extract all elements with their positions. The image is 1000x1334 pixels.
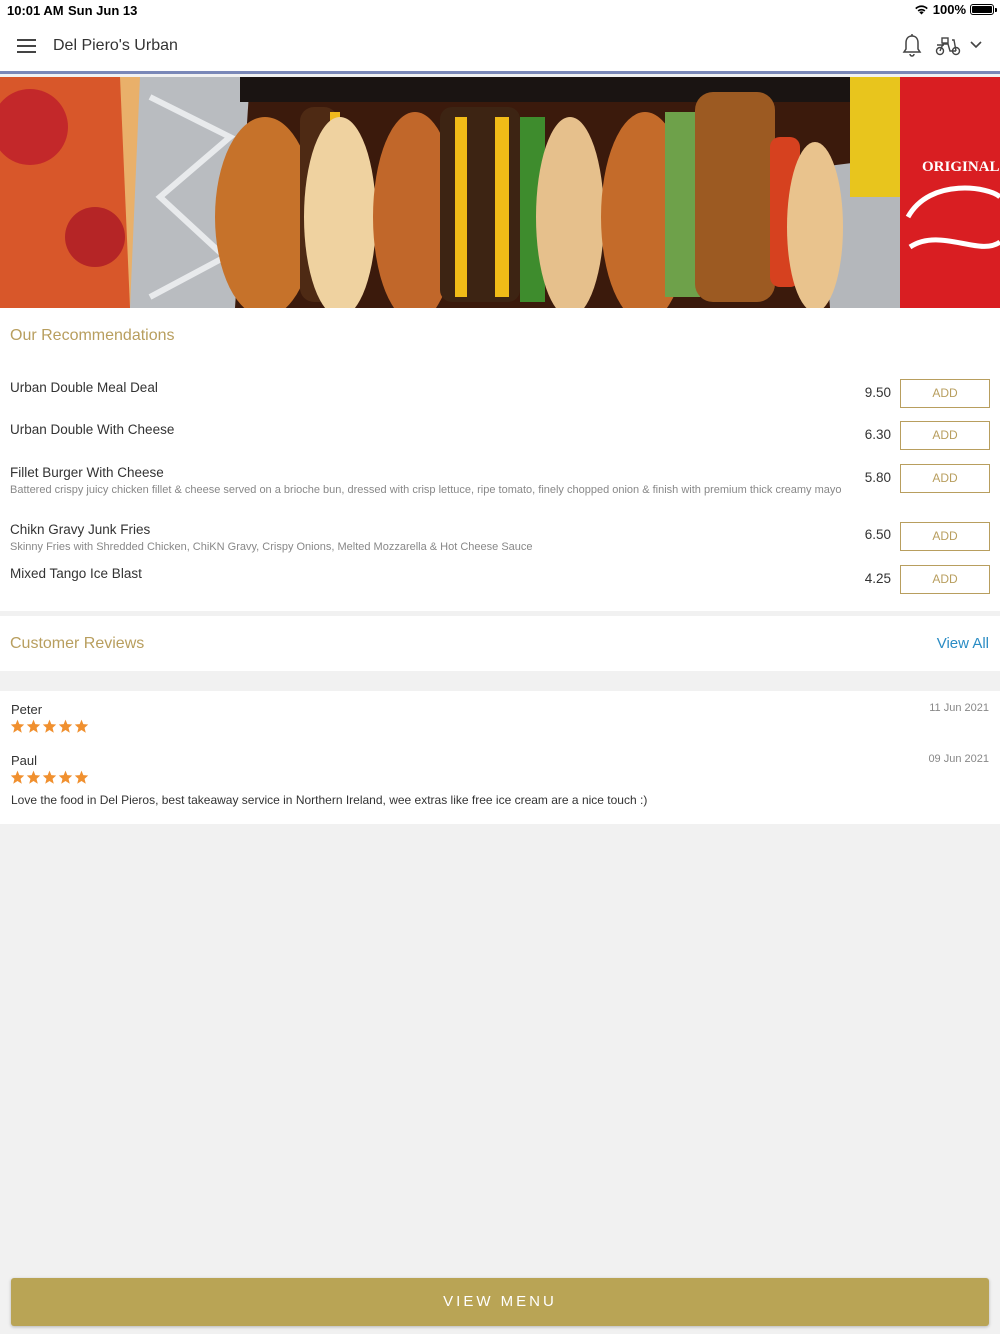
bell-icon[interactable] — [902, 34, 922, 58]
item-name: Chikn Gravy Junk Fries — [10, 522, 151, 537]
item-name: Urban Double With Cheese — [10, 422, 175, 437]
add-button[interactable]: ADD — [900, 379, 990, 408]
star-icon — [26, 719, 41, 733]
view-all-link[interactable]: View All — [937, 635, 989, 652]
star-icon — [74, 770, 89, 784]
item-description: Battered crispy juicy chicken fillet & c… — [10, 484, 842, 496]
review-text: Love the food in Del Pieros, best takeaw… — [11, 793, 648, 807]
recommendations-section: Our Recommendations Urban Double Meal De… — [0, 308, 1000, 611]
add-button[interactable]: ADD — [900, 565, 990, 594]
star-icon — [74, 719, 89, 733]
item-price: 6.50 — [864, 527, 891, 542]
scooter-icon[interactable] — [935, 36, 961, 56]
star-rating — [10, 770, 89, 784]
item-price: 6.30 — [864, 427, 891, 442]
chevron-down-icon[interactable] — [969, 38, 983, 52]
item-price: 4.25 — [864, 571, 891, 586]
star-icon — [58, 770, 73, 784]
item-name: Urban Double Meal Deal — [10, 380, 158, 395]
item-price: 9.50 — [864, 385, 891, 400]
star-icon — [42, 770, 57, 784]
can-text: ORIGINAL — [922, 159, 1000, 175]
add-button[interactable]: ADD — [900, 522, 990, 551]
status-date: Sun Jun 13 — [68, 3, 138, 18]
reviews-list: Peter 11 Jun 2021 Paul 09 Jun 2021 Love … — [0, 691, 1000, 824]
recommendations-title: Our Recommendations — [10, 327, 175, 344]
battery-icon — [970, 4, 997, 15]
item-description: Skinny Fries with Shredded Chicken, ChiK… — [10, 541, 533, 553]
restaurant-title: Del Piero's Urban — [53, 37, 178, 54]
reviews-header: Customer Reviews View All — [0, 616, 1000, 671]
star-icon — [42, 719, 57, 733]
review-date: 11 Jun 2021 — [929, 702, 989, 714]
add-button[interactable]: ADD — [900, 421, 990, 450]
reviewer-name: Paul — [11, 753, 38, 768]
item-price: 5.80 — [864, 470, 891, 485]
status-time: 10:01 AM — [7, 3, 64, 18]
star-rating — [10, 719, 89, 733]
item-name: Fillet Burger With Cheese — [10, 465, 164, 480]
review-date: 09 Jun 2021 — [928, 753, 989, 765]
reviewer-name: Peter — [11, 702, 43, 717]
menu-icon[interactable] — [17, 39, 36, 53]
add-button[interactable]: ADD — [900, 464, 990, 493]
wifi-icon — [914, 5, 928, 15]
star-icon — [10, 770, 25, 784]
reviews-title: Customer Reviews — [10, 635, 145, 652]
top-nav-bar: Del Piero's Urban — [0, 20, 1000, 74]
star-icon — [10, 719, 25, 733]
hero-banner-image: ORIGINAL — [0, 77, 1000, 308]
star-icon — [58, 719, 73, 733]
battery-percent: 100% — [932, 2, 966, 17]
status-bar: 10:01 AM Sun Jun 13 100% — [0, 0, 1000, 20]
view-menu-button[interactable]: VIEW MENU — [11, 1278, 989, 1326]
star-icon — [26, 770, 41, 784]
item-name: Mixed Tango Ice Blast — [10, 566, 142, 581]
